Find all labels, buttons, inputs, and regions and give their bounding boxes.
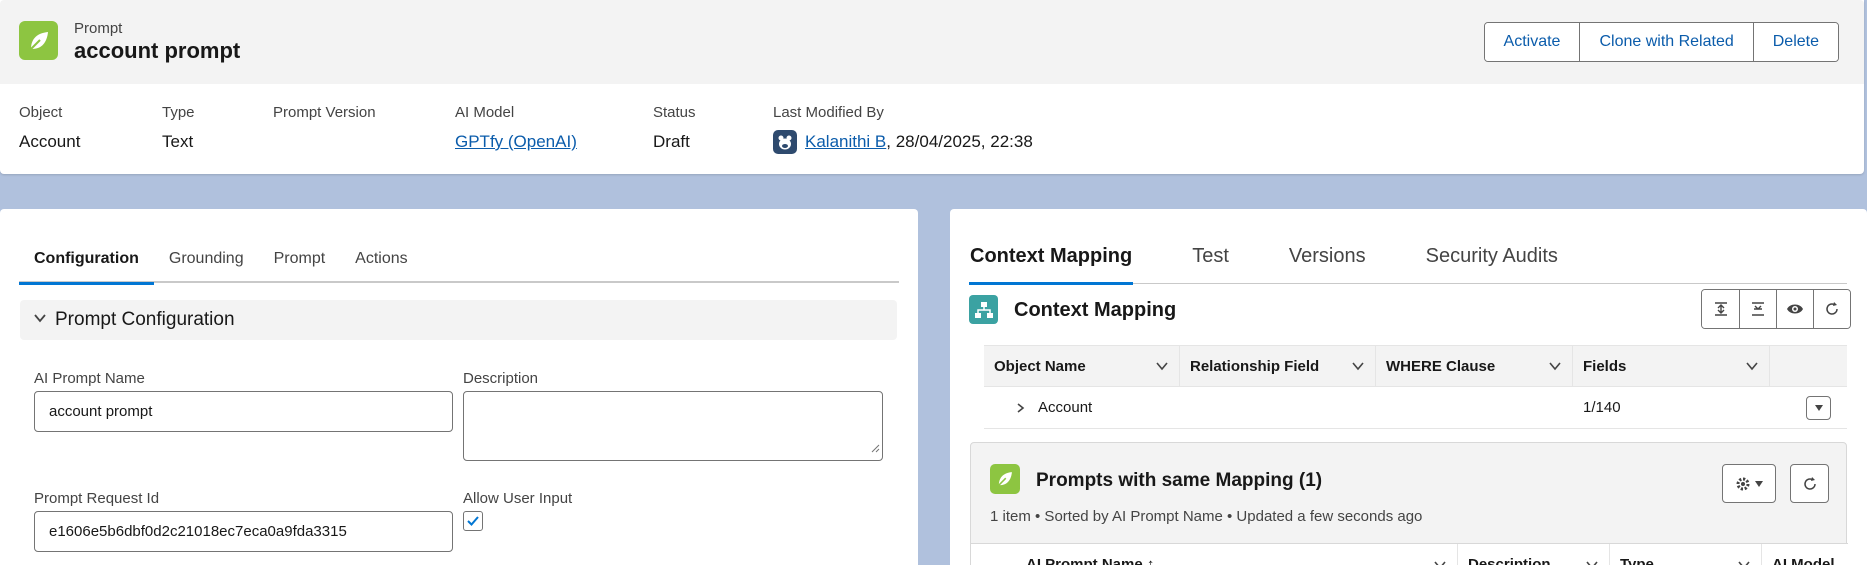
resize-handle-icon[interactable] [870, 440, 880, 458]
column-description[interactable]: Description [1458, 544, 1610, 565]
right-tabset: Context Mapping Test Versions Security A… [969, 229, 1847, 285]
preview-eye-icon[interactable] [1776, 290, 1813, 328]
left-tabset: Configuration Grounding Prompt Actions [19, 235, 899, 285]
column-object-name[interactable]: Object Name [984, 346, 1180, 386]
table-row: Account 1/140 [984, 387, 1847, 429]
column-ai-model[interactable]: AI Model [1762, 544, 1848, 565]
delete-button[interactable]: Delete [1752, 23, 1838, 61]
highlight-object: Object Account [19, 104, 81, 151]
allow-user-input-label: Allow User Input [463, 490, 573, 507]
description-textarea[interactable] [463, 391, 883, 461]
ai-prompt-name-input[interactable]: account prompt [34, 391, 453, 432]
prompt-request-id-input[interactable]: e1606e5b6dbf0d2c21018ec7eca0a9fda3315 [34, 511, 453, 552]
tab-security-audits[interactable]: Security Audits [1426, 229, 1558, 284]
tab-configuration[interactable]: Configuration [19, 235, 154, 285]
tab-actions[interactable]: Actions [340, 235, 422, 283]
gear-icon [1736, 477, 1750, 490]
last-modified-date: , 28/04/2025, 22:38 [886, 132, 1033, 151]
row-relationship-field [1180, 387, 1376, 428]
record-type-label: Prompt [74, 20, 123, 37]
row-where-clause [1376, 387, 1573, 428]
chevron-down-icon [1156, 362, 1168, 371]
prompt-leaf-icon [990, 464, 1020, 494]
refresh-icon [1803, 476, 1816, 490]
allow-user-input-checkbox[interactable] [463, 511, 483, 531]
highlight-prompt-version: Prompt Version [273, 104, 376, 121]
highlight-ai-model: AI Model GPTfy (OpenAI) [455, 104, 577, 152]
record-title: account prompt [74, 38, 241, 63]
tab-test[interactable]: Test [1192, 229, 1229, 284]
prompt-configuration-section[interactable]: Prompt Configuration [20, 300, 897, 340]
chevron-down-icon [1434, 560, 1446, 565]
list-refresh-button[interactable] [1790, 464, 1829, 503]
related-list-title: Prompts with same Mapping (1) [1036, 470, 1323, 491]
header-top: Prompt account prompt Activate Clone wit… [0, 0, 1864, 84]
tab-grounding[interactable]: Grounding [154, 235, 259, 283]
highlight-type: Type Text [162, 104, 195, 151]
chevron-down-icon [1352, 362, 1364, 371]
user-avatar-icon [773, 130, 797, 154]
record-header: Prompt account prompt Activate Clone wit… [0, 0, 1864, 174]
caret-down-icon [1755, 480, 1763, 487]
clone-with-related-button[interactable]: Clone with Related [1579, 23, 1753, 61]
context-mapping-title: Context Mapping [1014, 299, 1177, 321]
prompt-request-id-label: Prompt Request Id [34, 490, 160, 507]
row-fields: 1/140 [1583, 399, 1621, 416]
prompts-same-mapping-card: Prompts with same Mapping (1) 1 item • S… [970, 442, 1848, 565]
chevron-down-icon [1586, 560, 1598, 565]
caret-down-icon [1814, 404, 1823, 411]
related-card: Context Mapping Test Versions Security A… [950, 209, 1867, 565]
highlight-last-modified: Last Modified By Kalanithi B, 28/04/2025… [773, 104, 1033, 154]
column-type[interactable]: Type [1610, 544, 1762, 565]
checkmark-icon [467, 516, 479, 526]
column-ai-prompt-name[interactable]: AI Prompt Name ↑ [971, 544, 1458, 565]
activate-button[interactable]: Activate [1484, 23, 1580, 61]
chevron-down-icon [1549, 362, 1561, 371]
ai-prompt-name-label: AI Prompt Name [34, 370, 145, 387]
row-object-name: Account [1038, 399, 1093, 416]
chevron-down-icon [1746, 362, 1758, 371]
section-title: Prompt Configuration [55, 309, 235, 330]
related-list-header: AI Prompt Name ↑ Description Type AI Mod… [971, 543, 1848, 565]
header-actions: Activate Clone with Related Delete [1483, 22, 1839, 62]
hierarchy-icon [969, 295, 998, 324]
column-fields[interactable]: Fields [1573, 346, 1770, 386]
configuration-card: Configuration Grounding Prompt Actions P… [0, 209, 918, 565]
related-list-meta: 1 item • Sorted by AI Prompt Name • Upda… [990, 508, 1423, 525]
tab-prompt[interactable]: Prompt [259, 235, 341, 283]
prompt-leaf-icon [19, 21, 58, 60]
column-relationship-field[interactable]: Relationship Field [1180, 346, 1376, 386]
column-where-clause[interactable]: WHERE Clause [1376, 346, 1573, 386]
refresh-icon[interactable] [1813, 290, 1850, 328]
context-mapping-grid: Object Name Relationship Field WHERE Cla… [984, 345, 1847, 429]
description-label: Description [463, 370, 539, 387]
chevron-down-icon [33, 309, 47, 331]
ai-model-link[interactable]: GPTfy (OpenAI) [455, 132, 577, 152]
list-settings-button[interactable] [1722, 464, 1776, 503]
expand-all-icon[interactable] [1702, 290, 1739, 328]
tab-context-mapping[interactable]: Context Mapping [969, 229, 1134, 285]
context-mapping-actions [1701, 289, 1851, 329]
chevron-down-icon [1738, 560, 1750, 565]
last-modified-user-link[interactable]: Kalanithi B [805, 132, 886, 152]
chevron-right-icon[interactable] [1014, 402, 1026, 414]
grid-header: Object Name Relationship Field WHERE Cla… [984, 345, 1847, 387]
highlight-status: Status Draft [653, 104, 696, 151]
collapse-all-icon[interactable] [1739, 290, 1776, 328]
tab-versions[interactable]: Versions [1289, 229, 1366, 284]
row-actions-button[interactable] [1806, 395, 1831, 420]
